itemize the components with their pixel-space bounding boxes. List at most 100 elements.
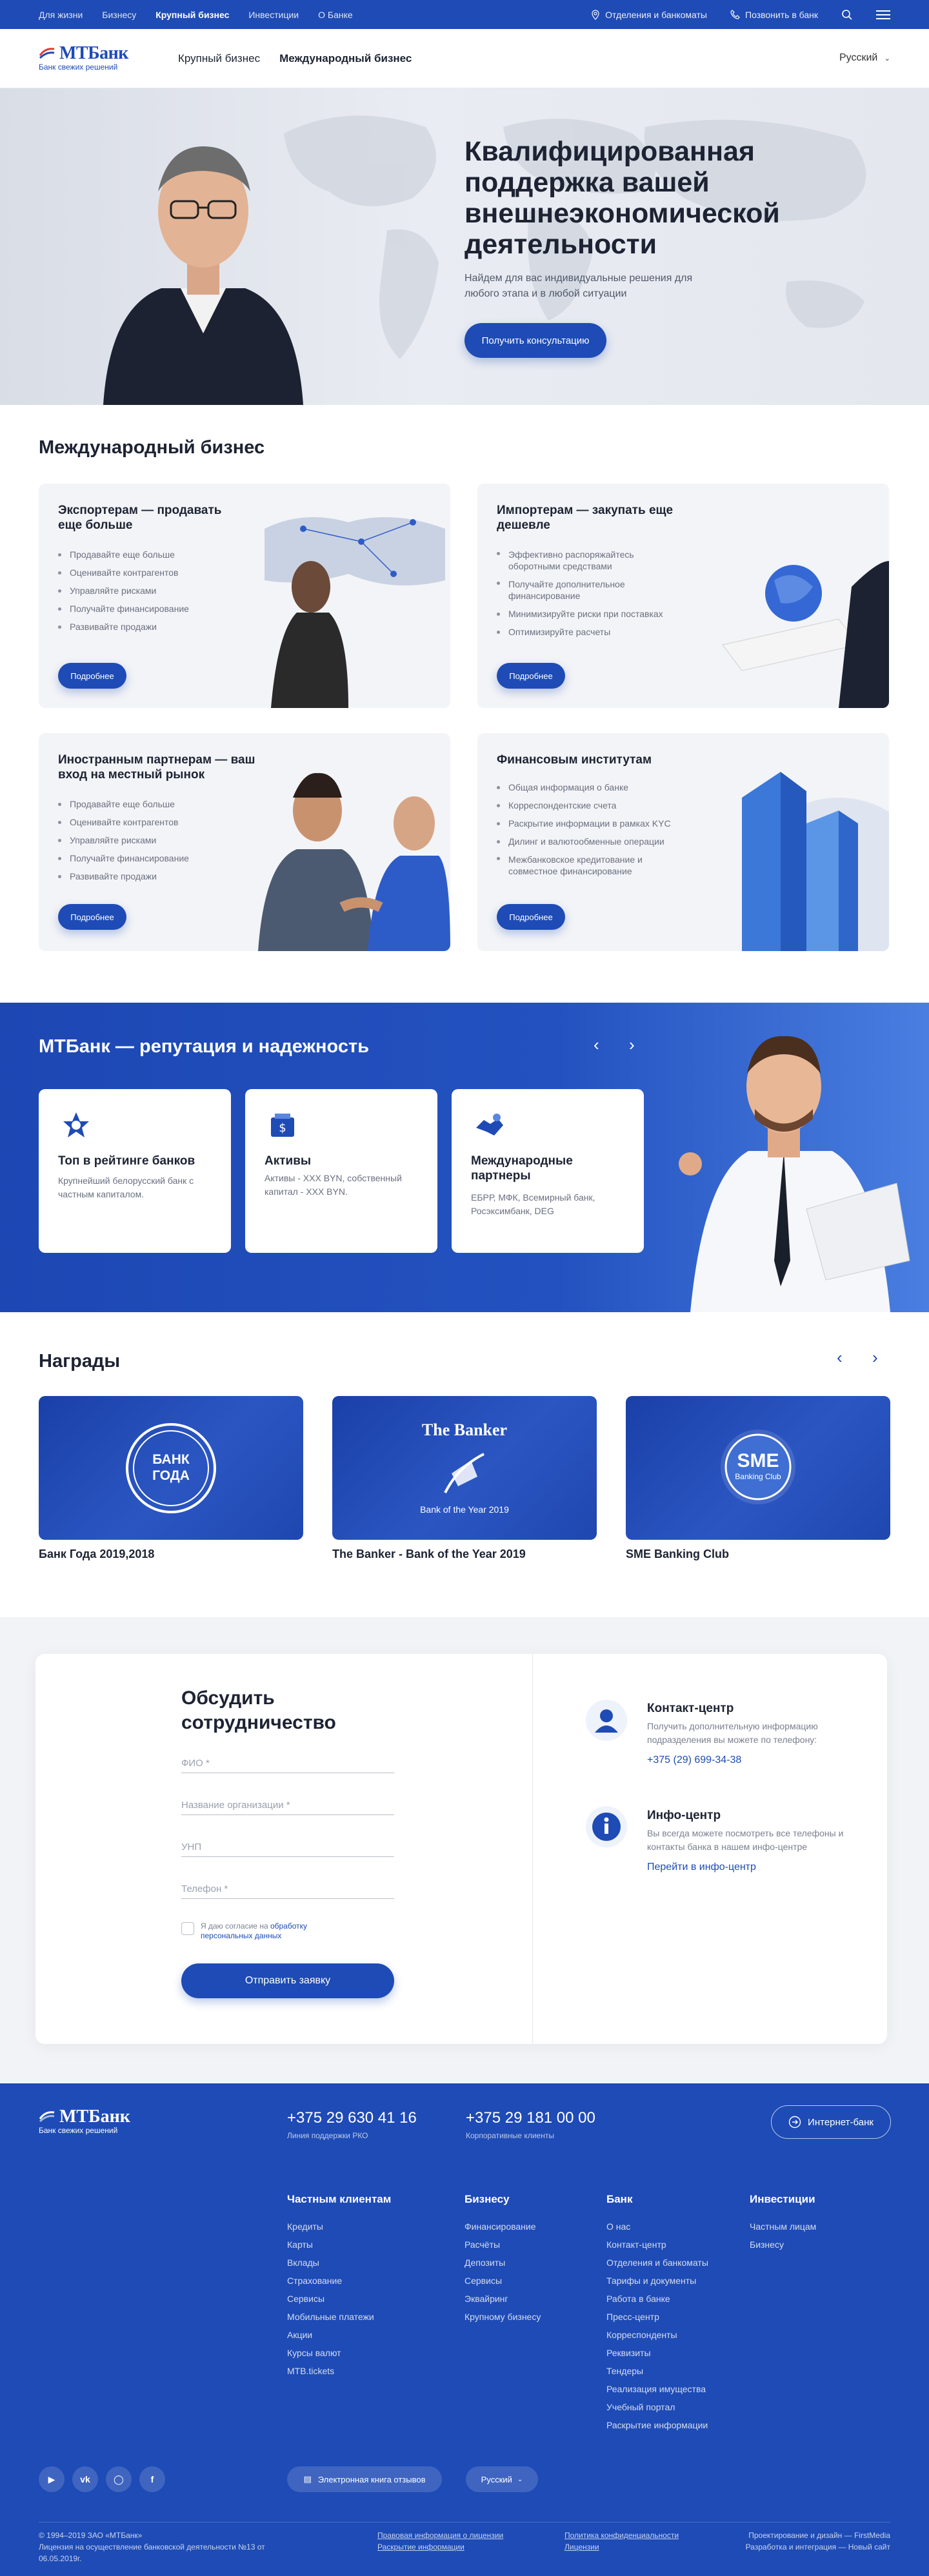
legal-link[interactable]: Лицензии — [564, 2541, 679, 2553]
organization-input[interactable]: Название организации * — [181, 1796, 394, 1815]
consent-checkbox[interactable] — [181, 1922, 194, 1935]
get-consultation-button[interactable]: Получить консультацию — [464, 323, 606, 358]
footer-link[interactable]: Финансирование — [464, 2217, 541, 2236]
segment-link-investments[interactable]: Инвестиции — [248, 10, 299, 20]
importers-image — [722, 561, 889, 708]
reputation-card-partners[interactable]: Международные партнеры ЕБРР, МФК, Всемир… — [452, 1089, 644, 1253]
reputation-card-rating[interactable]: Топ в рейтинге банков Крупнейший белорус… — [39, 1089, 231, 1253]
reputation-prev-arrow-icon[interactable]: ‹ — [594, 1035, 599, 1055]
contact-divider — [532, 1654, 533, 2044]
menu-icon[interactable] — [876, 10, 890, 20]
footer-link[interactable]: Депозиты — [464, 2254, 541, 2272]
financial-institutions-card[interactable]: Финансовым институтам Общая информация о… — [477, 733, 889, 951]
footer-link[interactable]: Вклады — [287, 2254, 391, 2272]
logo[interactable]: МТБанк Банк свежих решений — [39, 43, 128, 72]
footer-link[interactable]: Сервисы — [464, 2272, 541, 2290]
legal-link[interactable]: Правовая информация о лицензии — [377, 2530, 503, 2541]
footer-link[interactable]: Реализация имущества — [606, 2380, 708, 2398]
segment-link-about[interactable]: О Банке — [318, 10, 353, 20]
footer-link[interactable]: Крупному бизнесу — [464, 2308, 541, 2326]
search-icon[interactable] — [841, 9, 853, 21]
footer-link[interactable]: Кредиты — [287, 2217, 391, 2236]
footer-link[interactable]: Работа в банке — [606, 2290, 708, 2308]
footer-link[interactable]: Учебный портал — [606, 2398, 708, 2416]
footer-link[interactable]: О нас — [606, 2217, 708, 2236]
footer-link[interactable]: Отделения и банкоматы — [606, 2254, 708, 2272]
call-bank-label: Позвонить в банк — [745, 9, 818, 20]
footer-link[interactable]: Акции — [287, 2326, 391, 2344]
phone-input[interactable]: Телефон * — [181, 1880, 394, 1899]
list-item: Продавайте еще больше — [58, 546, 189, 564]
footer-link[interactable]: Частным лицам — [750, 2217, 816, 2236]
footer-link[interactable]: Контакт-центр — [606, 2236, 708, 2254]
importers-more-button[interactable]: Подробнее — [497, 663, 565, 689]
footer-phone-corporate[interactable]: +375 29 181 00 00 — [466, 2109, 595, 2127]
reviews-book-button[interactable]: ▤ Электронная книга отзывов — [287, 2466, 442, 2492]
reputation-card-text: Активы - XXX BYN, собственный капитал - … — [265, 1173, 402, 1197]
credit-text[interactable]: Разработка и интеграция — Новый сайт — [741, 2541, 890, 2553]
facebook-icon[interactable]: f — [139, 2466, 165, 2492]
footer-link[interactable]: Тарифы и документы — [606, 2272, 708, 2290]
contact-center-icon — [586, 1700, 627, 1741]
footer-link[interactable]: Расчёты — [464, 2236, 541, 2254]
footer-column-title: Частным клиентам — [287, 2193, 392, 2205]
segment-link-corporate[interactable]: Крупный бизнес — [155, 10, 229, 20]
importers-card[interactable]: Импортерам — закупать еще дешевле Эффект… — [477, 484, 889, 708]
copyright-text: © 1994–2019 ЗАО «МТБанк» — [39, 2531, 143, 2540]
foreign-partners-card[interactable]: Иностранным партнерам — ваш вход на мест… — [39, 733, 450, 951]
youtube-icon[interactable]: ▶ — [39, 2466, 65, 2492]
footer-link[interactable]: Сервисы — [287, 2290, 391, 2308]
exporters-card[interactable]: Экспортерам — продавать еще больше Прода… — [39, 484, 450, 708]
footer-link[interactable]: Тендеры — [606, 2362, 708, 2380]
branches-link[interactable]: Отделения и банкоматы — [591, 10, 707, 20]
footer-link[interactable]: Пресс-центр — [606, 2308, 708, 2326]
footer-link[interactable]: Реквизиты — [606, 2344, 708, 2362]
reputation-section: МТБанк — репутация и надежность ‹ › Топ … — [0, 1003, 929, 1312]
language-select[interactable]: Русский ⌄ — [839, 52, 890, 64]
footer-language-select[interactable]: Русский ⌄ — [466, 2466, 538, 2492]
footer-phone-corporate-label: Корпоративные клиенты — [466, 2131, 554, 2140]
segment-link-life[interactable]: Для жизни — [39, 10, 83, 20]
footer-link[interactable]: Карты — [287, 2236, 391, 2254]
financial-institutions-more-button[interactable]: Подробнее — [497, 904, 565, 930]
legal-link[interactable]: Раскрытие информации — [377, 2541, 503, 2553]
info-center-link[interactable]: Перейти в инфо-центр — [647, 1862, 756, 1873]
award-card-the-banker[interactable]: The Banker Bank of the Year 2019 — [332, 1396, 597, 1540]
submit-request-button[interactable]: Отправить заявку — [181, 1963, 394, 1998]
footer-link[interactable]: Эквайринг — [464, 2290, 541, 2308]
footer-phone-rko-label: Линия поддержки РКО — [287, 2131, 368, 2140]
footer-link[interactable]: MTB.tickets — [287, 2362, 391, 2380]
unp-input[interactable]: УНП — [181, 1838, 394, 1857]
footer-logo[interactable]: МТБанк Банк свежих решений — [39, 2107, 130, 2135]
reputation-card-assets[interactable]: $ Активы Активы - XXX BYN, собственный к… — [245, 1089, 437, 1253]
award-card-sme-club[interactable]: SME Banking Club — [626, 1396, 890, 1540]
awards-next-arrow-icon[interactable]: › — [872, 1348, 878, 1368]
list-item: Раскрытие информации в рамках KYC — [497, 814, 684, 832]
footer-link[interactable]: Раскрытие информации — [606, 2416, 708, 2434]
footer-link[interactable]: Корреспонденты — [606, 2326, 708, 2344]
legal-link[interactable]: Политика конфиденциальности — [564, 2530, 679, 2541]
exporters-more-button[interactable]: Подробнее — [58, 663, 126, 689]
reputation-title: МТБанк — репутация и надежность — [39, 1036, 370, 1057]
internet-bank-button[interactable]: Интернет-банк — [771, 2105, 891, 2139]
full-name-input[interactable]: ФИО * — [181, 1754, 394, 1773]
segment-link-business[interactable]: Бизнесу — [102, 10, 136, 20]
call-bank-link[interactable]: Позвонить в банк — [730, 10, 818, 20]
credit-text[interactable]: Проектирование и дизайн — FirstMedia — [741, 2530, 890, 2541]
nav-corporate[interactable]: Крупный бизнес — [178, 52, 260, 65]
nav-international[interactable]: Международный бизнес — [279, 52, 412, 65]
footer-link[interactable]: Страхование — [287, 2272, 391, 2290]
footer-phone-rko[interactable]: +375 29 630 41 16 — [287, 2109, 417, 2127]
footer-link[interactable]: Курсы валют — [287, 2344, 391, 2362]
reviews-book-label: Электронная книга отзывов — [317, 2474, 426, 2484]
instagram-icon[interactable]: ◯ — [106, 2466, 132, 2492]
footer-link[interactable]: Бизнесу — [750, 2236, 816, 2254]
awards-prev-arrow-icon[interactable]: ‹ — [837, 1348, 843, 1368]
reputation-next-arrow-icon[interactable]: › — [629, 1035, 635, 1055]
vk-icon[interactable]: vk — [72, 2466, 98, 2492]
foreign-partners-more-button[interactable]: Подробнее — [58, 904, 126, 930]
award-card-bank-of-year[interactable]: БАНК ГОДА — [39, 1396, 303, 1540]
footer-link[interactable]: Мобильные платежи — [287, 2308, 391, 2326]
contact-center-phone-link[interactable]: +375 (29) 699-34-38 — [647, 1755, 741, 1766]
footer-logo-text: МТБанк — [59, 2107, 130, 2127]
